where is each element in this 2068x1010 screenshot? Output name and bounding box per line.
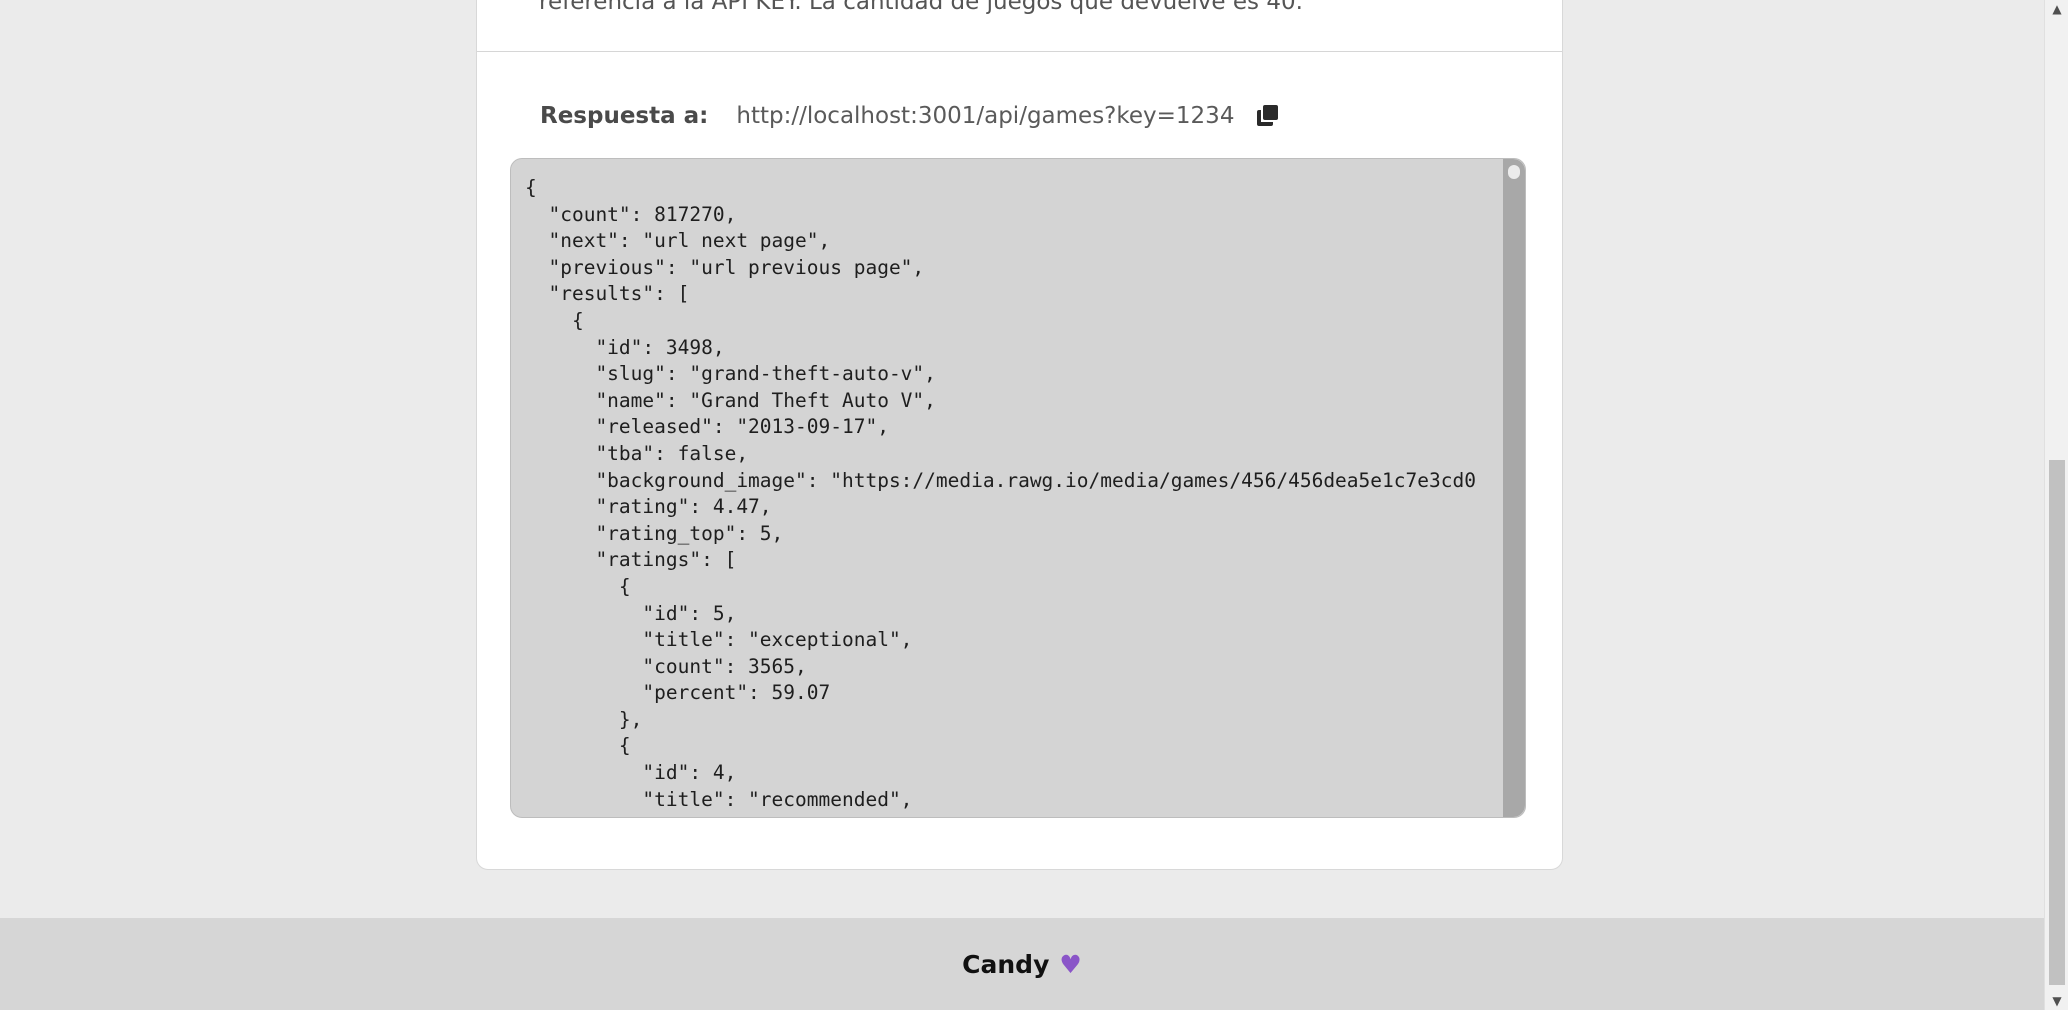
page-scrollbar-thumb[interactable]	[2049, 460, 2065, 985]
response-label: Respuesta a:	[540, 103, 709, 129]
code-line: "count": 817270,	[525, 202, 737, 226]
endpoint-description: referencia a la API KEY. La cantidad de …	[539, 0, 1303, 15]
code-scrollbar[interactable]	[1503, 159, 1525, 817]
code-line: {	[525, 734, 631, 758]
purple-heart-icon: ♥	[1059, 949, 1082, 979]
page-viewport: referencia a la API KEY. La cantidad de …	[0, 0, 2044, 1010]
footer: Candy ♥	[0, 918, 2044, 1010]
code-line: "id": 4,	[525, 761, 737, 785]
endpoint-card: referencia a la API KEY. La cantidad de …	[476, 0, 1563, 870]
scroll-down-arrow-icon[interactable]: ▼	[2045, 992, 2068, 1010]
code-line: "id": 5,	[525, 601, 737, 625]
code-line: "percent": 59.07	[525, 681, 831, 705]
code-line: "count": 3565,	[525, 654, 807, 678]
code-line: "rating": 4.47,	[525, 495, 772, 519]
code-line: "released": "2013-09-17",	[525, 415, 889, 439]
code-line: "ratings": [	[525, 548, 737, 572]
code-line: {	[525, 574, 631, 598]
code-scrollbar-thumb[interactable]	[1508, 165, 1520, 179]
code-line: "slug": "grand-theft-auto-v",	[525, 362, 936, 386]
code-line: "title": "exceptional",	[525, 628, 913, 652]
response-url: http://localhost:3001/api/games?key=1234	[736, 103, 1235, 129]
code-line: "next": "url next page",	[525, 229, 831, 253]
page-scrollbar[interactable]: ▲ ▼	[2044, 0, 2068, 1010]
code-line: "name": "Grand Theft Auto V",	[525, 388, 936, 412]
code-line: {	[525, 308, 584, 332]
json-response-code: { "count": 817270, "next": "url next pag…	[525, 175, 1501, 817]
footer-brand: Candy	[962, 949, 1050, 979]
code-line: "tba": false,	[525, 441, 749, 465]
code-line: "title": "recommended",	[525, 787, 913, 811]
code-line: "background_image": "https://media.rawg.…	[525, 468, 1476, 492]
copy-icon[interactable]	[1254, 103, 1280, 129]
code-line: },	[525, 707, 643, 731]
scroll-up-arrow-icon[interactable]: ▲	[2045, 0, 2068, 18]
code-line: {	[525, 176, 537, 199]
card-divider	[477, 51, 1562, 52]
response-header: Respuesta a: http://localhost:3001/api/g…	[540, 99, 1280, 133]
code-line: "results": [	[525, 282, 690, 306]
code-line: "id": 3498,	[525, 335, 725, 359]
code-line: "rating_top": 5,	[525, 521, 784, 545]
json-response-box[interactable]: { "count": 817270, "next": "url next pag…	[510, 158, 1526, 818]
code-line: "previous": "url previous page",	[525, 255, 925, 279]
